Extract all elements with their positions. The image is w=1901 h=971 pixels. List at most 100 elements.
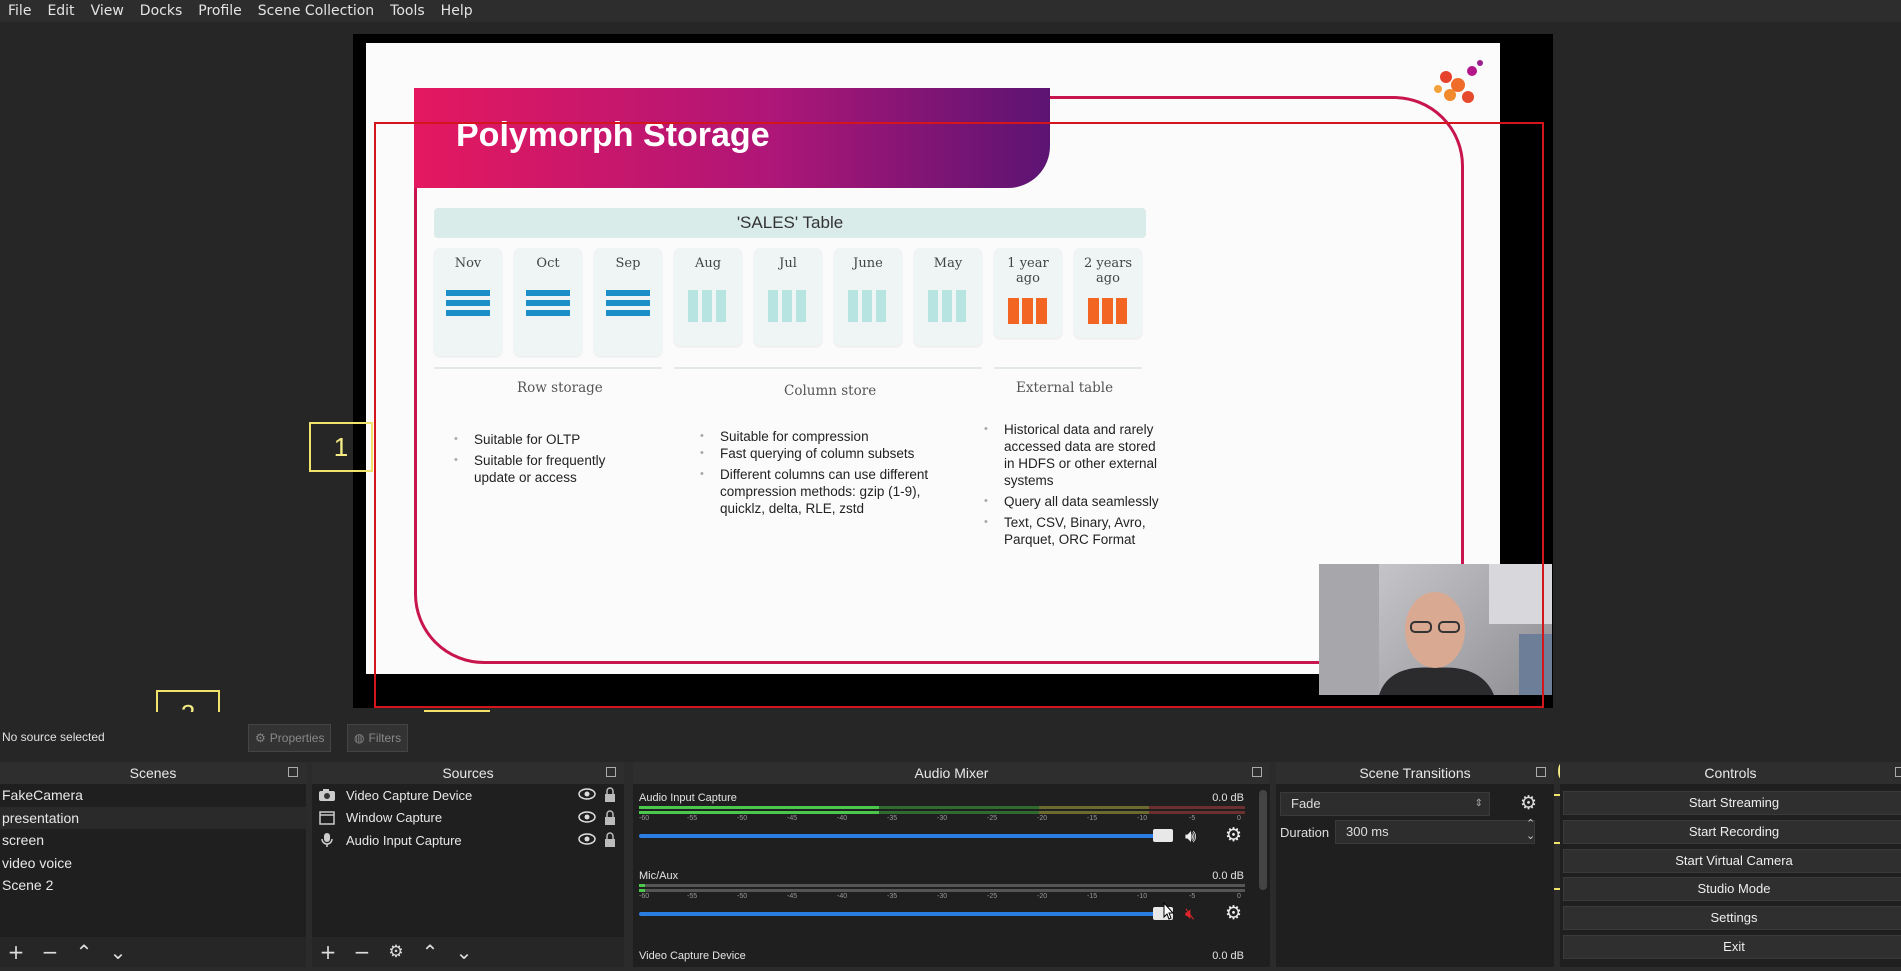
- eye-icon[interactable]: [578, 833, 596, 848]
- meter-scale: -60 -55 -50 -45 -40 -35 -30 -25 -20 -15 -10 -5 0: [639, 815, 1245, 825]
- mixer-channel: Audio Input Capture 0.0 dB -60 -55 -50 -45-…: [639, 792, 1245, 852]
- scenes-title: Scenes: [129, 765, 177, 781]
- transitions-header: Scene Transitions: [1276, 762, 1554, 784]
- scenes-dock: Scenes FakeCamera presentation screen vi…: [0, 762, 306, 967]
- menu-file[interactable]: File: [0, 0, 39, 22]
- source-label: Audio Input Capture: [346, 832, 462, 848]
- undock-icon[interactable]: [1252, 767, 1262, 777]
- scene-item[interactable]: screen: [0, 829, 306, 852]
- channel-db: 0.0 dB: [1212, 870, 1244, 882]
- start-streaming-button[interactable]: Start Streaming: [1563, 791, 1901, 815]
- menu-scene-collection[interactable]: Scene Collection: [250, 0, 382, 22]
- channel-name: Audio Input Capture: [639, 792, 737, 804]
- scenes-toolbar: + − ⌃ ⌄: [0, 937, 306, 967]
- studio-mode-button[interactable]: Studio Mode: [1563, 877, 1901, 901]
- menu-view[interactable]: View: [83, 0, 132, 22]
- mixer-scrollbar[interactable]: [1259, 790, 1267, 890]
- menu-tools[interactable]: Tools: [382, 0, 433, 22]
- remove-scene-button[interactable]: −: [36, 938, 64, 966]
- gear-icon[interactable]: ⚙: [1225, 824, 1242, 846]
- window-icon: [316, 810, 338, 826]
- speaker-icon[interactable]: 🔊︎: [1185, 826, 1196, 847]
- scale-tick: -25: [987, 815, 998, 822]
- scale-tick: -10: [1137, 893, 1148, 900]
- scene-item[interactable]: presentation: [0, 806, 306, 829]
- exit-button[interactable]: Exit: [1563, 935, 1901, 959]
- filters-icon: ◍: [354, 731, 365, 745]
- menu-edit[interactable]: Edit: [39, 0, 82, 22]
- scene-item[interactable]: FakeCamera: [0, 784, 306, 807]
- transition-select[interactable]: Fade ⇕: [1280, 792, 1490, 816]
- gear-icon: ⚙: [255, 731, 266, 745]
- scale-tick: -35: [887, 893, 898, 900]
- sources-header: Sources: [312, 762, 624, 784]
- source-item[interactable]: Window Capture: [312, 807, 624, 830]
- menu-help[interactable]: Help: [433, 0, 481, 22]
- source-toolbar: No source selected ⚙ Properties ◍ Filters: [0, 712, 1901, 762]
- scale-tick: -15: [1087, 815, 1098, 822]
- duration-stepper[interactable]: ⌃ ⌄: [1526, 818, 1535, 842]
- move-scene-down-button[interactable]: ⌄: [104, 938, 132, 966]
- volume-meter: [639, 884, 1245, 892]
- menu-docks[interactable]: Docks: [132, 0, 190, 22]
- mouse-cursor-icon: [1163, 902, 1175, 920]
- start-recording-button[interactable]: Start Recording: [1563, 820, 1901, 844]
- channel-db: 0.0 dB: [1212, 792, 1244, 804]
- settings-button[interactable]: Settings: [1563, 906, 1901, 930]
- scale-tick: -30: [937, 893, 948, 900]
- eye-icon[interactable]: [578, 810, 596, 826]
- source-item[interactable]: Audio Input Capture: [312, 829, 624, 852]
- move-source-down-button[interactable]: ⌄: [450, 938, 478, 966]
- microphone-icon: [316, 832, 338, 848]
- source-item[interactable]: Video Capture Device: [312, 784, 624, 807]
- muted-speaker-icon[interactable]: 🔇︎: [1185, 904, 1195, 924]
- start-virtual-camera-button[interactable]: Start Virtual Camera: [1563, 849, 1901, 873]
- chevron-updown-icon: ⇕: [1474, 798, 1483, 809]
- gear-icon[interactable]: ⚙: [1520, 792, 1537, 814]
- properties-button[interactable]: ⚙ Properties: [248, 724, 332, 752]
- logo-icon: [1434, 60, 1483, 103]
- filters-button[interactable]: ◍ Filters: [347, 724, 409, 752]
- add-source-button[interactable]: +: [314, 938, 342, 966]
- no-source-text: No source selected: [2, 730, 105, 744]
- undock-icon[interactable]: [1895, 767, 1901, 777]
- annotation-label: 1: [309, 422, 373, 472]
- scale-tick: -40: [837, 815, 848, 822]
- channel-name: Mic/Aux: [639, 870, 679, 882]
- transition-value: Fade: [1291, 796, 1321, 811]
- scale-tick: -35: [887, 815, 898, 822]
- meter-scale: -60 -55 -50 -45 -40 -35 -30 -25 -20 -15 -10 -5 0: [639, 893, 1245, 903]
- lock-icon[interactable]: [604, 832, 616, 851]
- scale-tick: -60: [639, 815, 650, 822]
- remove-source-button[interactable]: −: [348, 938, 376, 966]
- scene-item[interactable]: video voice: [0, 852, 306, 875]
- move-scene-up-button[interactable]: ⌃: [70, 938, 98, 966]
- move-source-up-button[interactable]: ⌃: [416, 938, 444, 966]
- scene-item[interactable]: Scene 2: [0, 874, 306, 897]
- scale-tick: -55: [687, 815, 698, 822]
- channel-name: Video Capture Device: [639, 950, 746, 962]
- volume-slider[interactable]: [639, 912, 1169, 916]
- undock-icon[interactable]: [1536, 767, 1546, 777]
- lock-icon[interactable]: [604, 787, 616, 806]
- undock-icon[interactable]: [606, 767, 616, 777]
- undock-icon[interactable]: [288, 767, 298, 777]
- volume-slider[interactable]: [639, 834, 1169, 838]
- scale-tick: -20: [1037, 815, 1048, 822]
- scale-tick: -20: [1037, 893, 1048, 900]
- eye-icon[interactable]: [578, 788, 596, 803]
- scale-tick: -40: [837, 893, 848, 900]
- scale-tick: 0: [1237, 815, 1241, 822]
- mixer-title: Audio Mixer: [914, 765, 989, 781]
- duration-input[interactable]: 300 ms: [1335, 820, 1535, 844]
- add-scene-button[interactable]: +: [2, 938, 30, 966]
- menu-profile[interactable]: Profile: [190, 0, 250, 22]
- gear-icon[interactable]: ⚙: [1225, 902, 1242, 924]
- source-properties-button[interactable]: ⚙: [382, 938, 410, 966]
- lock-icon[interactable]: [604, 809, 616, 829]
- scale-tick: -10: [1137, 815, 1148, 822]
- volume-slider-handle[interactable]: [1153, 829, 1173, 842]
- scale-tick: -55: [687, 893, 698, 900]
- scale-tick: -50: [737, 815, 748, 822]
- sources-toolbar: + − ⚙ ⌃ ⌄: [312, 937, 624, 967]
